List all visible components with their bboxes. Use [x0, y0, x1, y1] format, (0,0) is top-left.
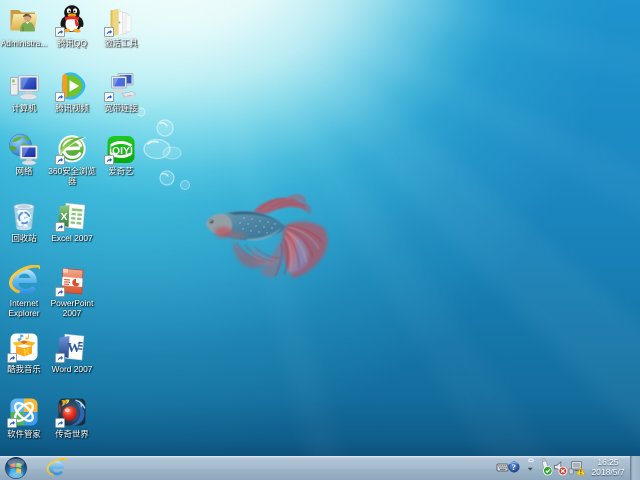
svg-text:?: ? — [512, 462, 516, 472]
